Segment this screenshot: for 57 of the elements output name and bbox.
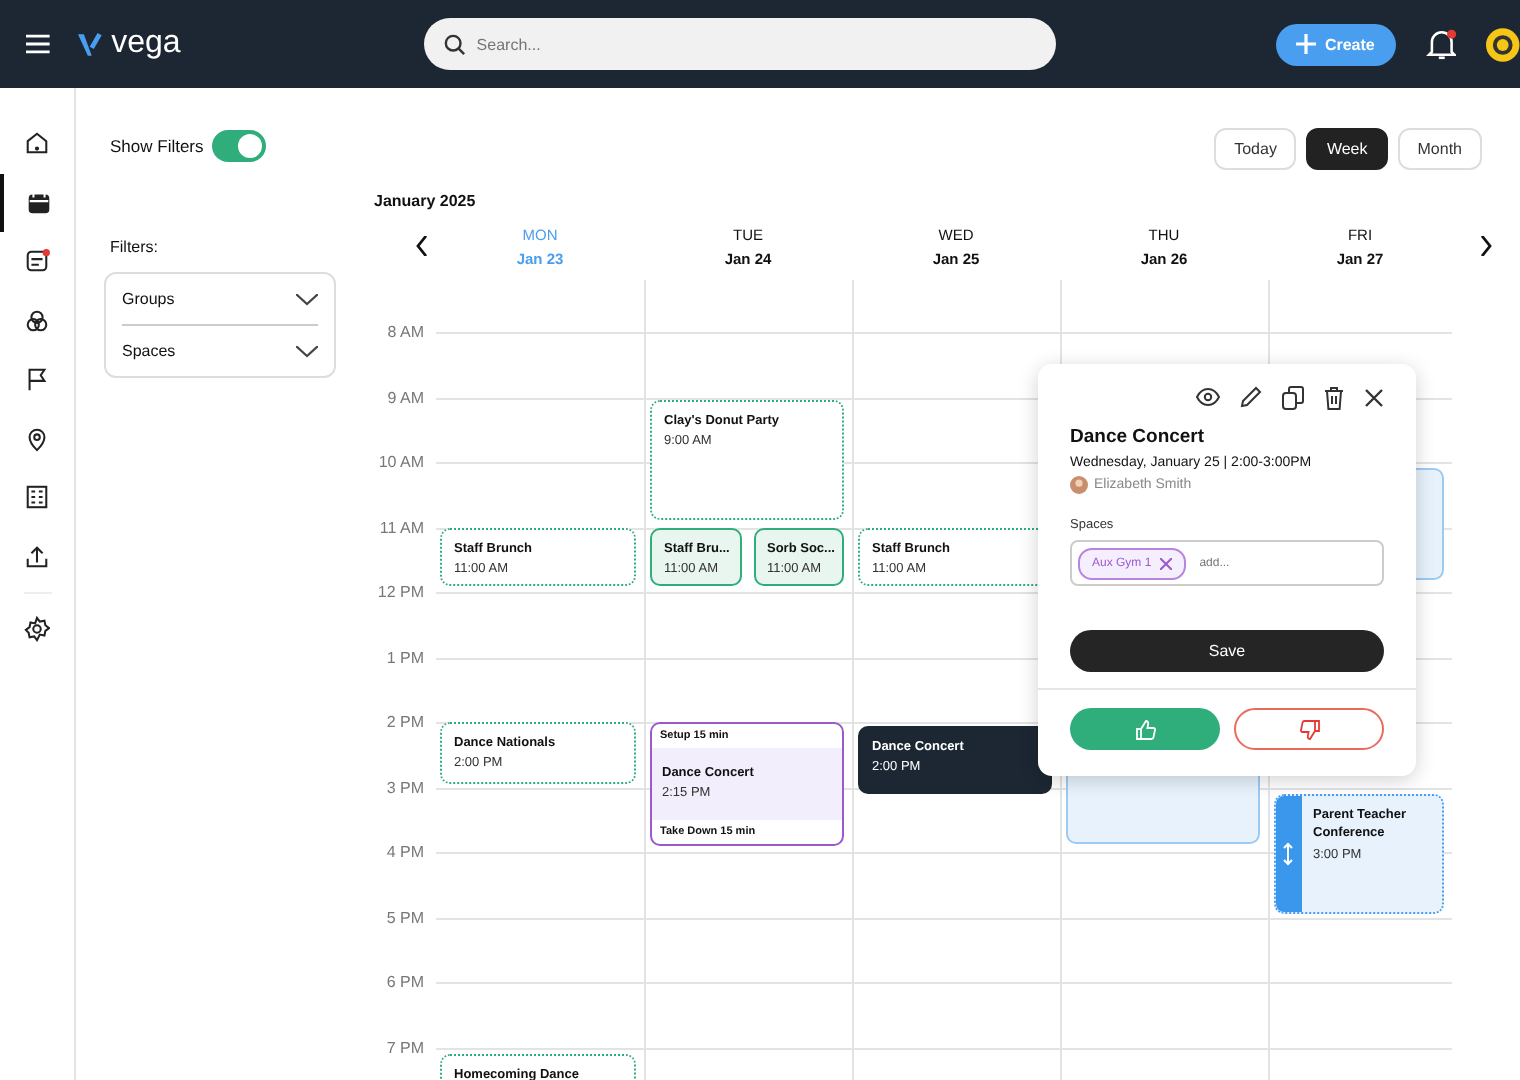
popover-title: Dance Concert — [1070, 426, 1207, 448]
hour-label: 7 PM — [386, 1038, 424, 1056]
view-tab[interactable]: Month — [1397, 128, 1482, 170]
search-icon — [444, 33, 467, 55]
resize-handle[interactable] — [1276, 795, 1302, 912]
close-icon[interactable] — [1364, 387, 1384, 407]
plus-icon — [1296, 34, 1317, 54]
remove-icon[interactable] — [1159, 557, 1172, 569]
hour-label: 4 PM — [386, 843, 424, 861]
hour-label: 10 AM — [378, 453, 424, 471]
hour-label: 12 PM — [377, 583, 424, 601]
reject-button[interactable] — [1234, 708, 1384, 750]
save-button[interactable]: Save — [1070, 630, 1384, 672]
person-avatar-icon — [1070, 476, 1088, 494]
hour-label: 8 AM — [387, 323, 424, 341]
avatar-icon[interactable] — [1486, 27, 1520, 61]
pencil-icon[interactable] — [1240, 386, 1262, 408]
bell-icon[interactable] — [1425, 27, 1457, 61]
chevron-icon — [296, 345, 318, 357]
search-field[interactable]: Search... — [424, 18, 1057, 70]
menu-icon[interactable] — [26, 34, 50, 54]
vertical-arrows-icon — [1282, 841, 1295, 866]
eye-icon[interactable] — [1196, 388, 1220, 406]
note-icon — [24, 248, 50, 275]
hour-label: 1 PM — [386, 648, 424, 666]
approve-button[interactable] — [1070, 708, 1220, 750]
calendar-icon — [26, 189, 52, 216]
home-icon — [24, 130, 50, 157]
brand-name: vega — [111, 26, 181, 62]
hour-label: 6 PM — [386, 973, 424, 991]
view-tab[interactable]: Today — [1214, 128, 1297, 170]
building-icon — [24, 484, 50, 511]
location-pin-icon — [24, 425, 50, 452]
settings-icon — [24, 616, 50, 643]
flag-icon — [24, 366, 50, 393]
hour-label: 5 PM — [386, 908, 424, 926]
copy-icon[interactable] — [1282, 385, 1304, 409]
thumbs-down-icon — [1299, 719, 1319, 739]
trash-icon[interactable] — [1324, 385, 1344, 409]
chevron-icon — [296, 293, 318, 305]
show-filters-label: Show Filters — [110, 136, 204, 156]
filter-dropdown[interactable]: Groups — [122, 274, 318, 324]
circles-icon — [24, 307, 50, 334]
hour-label: 11 AM — [379, 518, 424, 536]
view-tab[interactable]: Week — [1306, 128, 1388, 170]
logo-icon — [75, 30, 104, 58]
chevron-right-icon[interactable] — [1480, 236, 1492, 256]
chevron-left-icon[interactable] — [416, 236, 428, 256]
month-title: January 2025 — [374, 192, 476, 210]
upload-icon — [24, 543, 50, 570]
hour-label: 2 PM — [386, 713, 424, 731]
filters-title: Filters: — [110, 238, 160, 256]
show-filters-toggle[interactable] — [211, 130, 266, 162]
thumbs-up-icon — [1135, 719, 1155, 739]
hour-label: 3 PM — [386, 778, 424, 796]
hour-label: 9 AM — [387, 388, 424, 406]
filter-dropdown[interactable]: Spaces — [122, 324, 318, 376]
